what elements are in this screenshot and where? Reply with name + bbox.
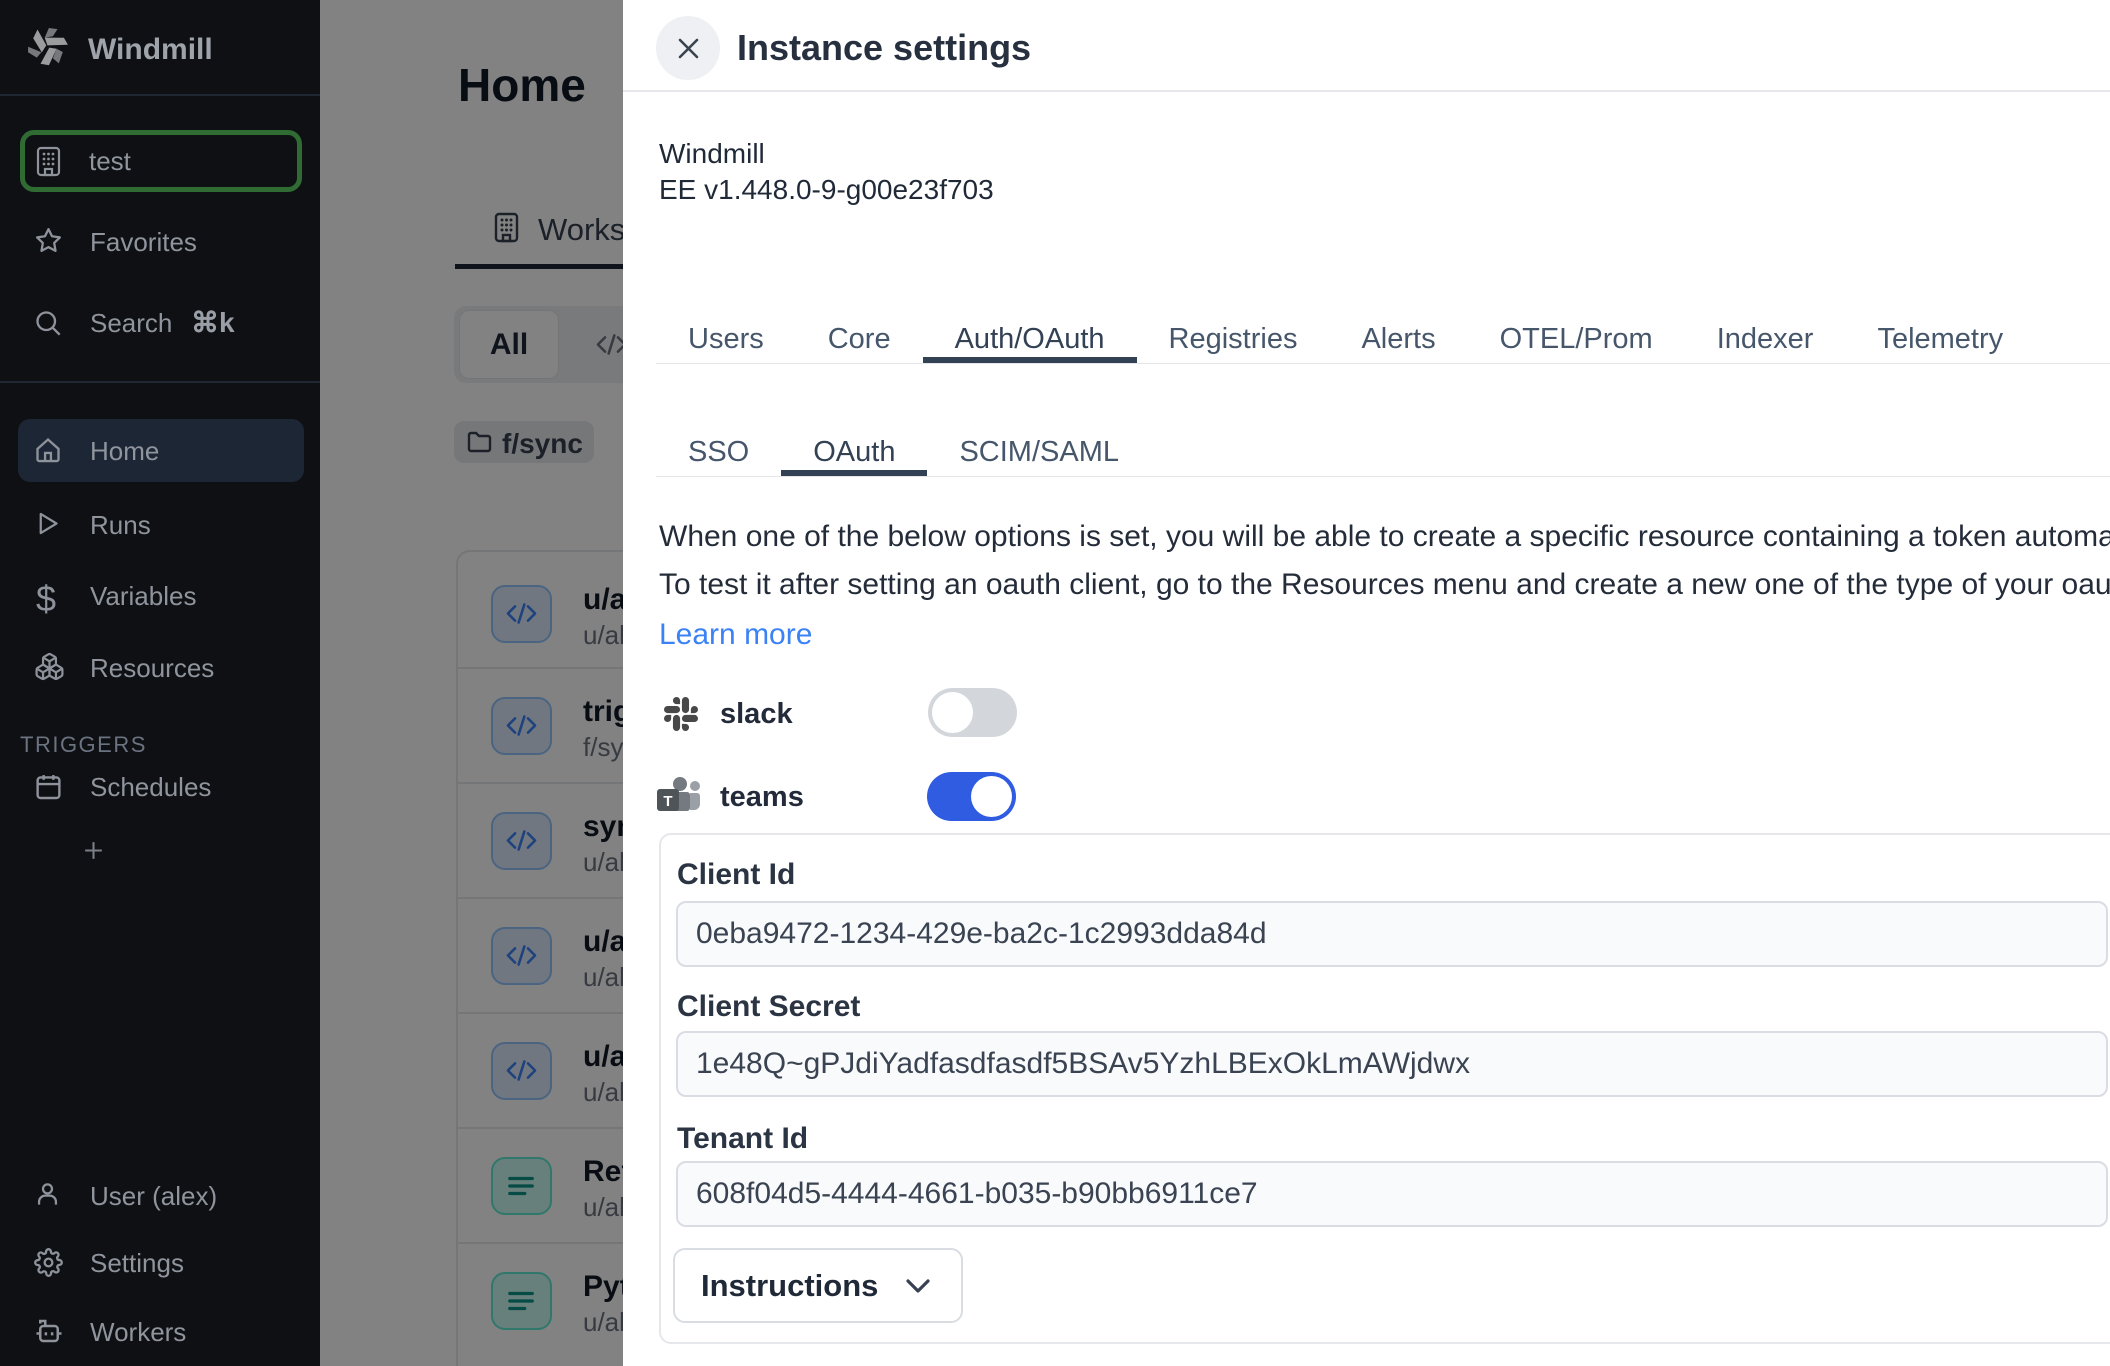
svg-text:T: T [663, 793, 672, 810]
